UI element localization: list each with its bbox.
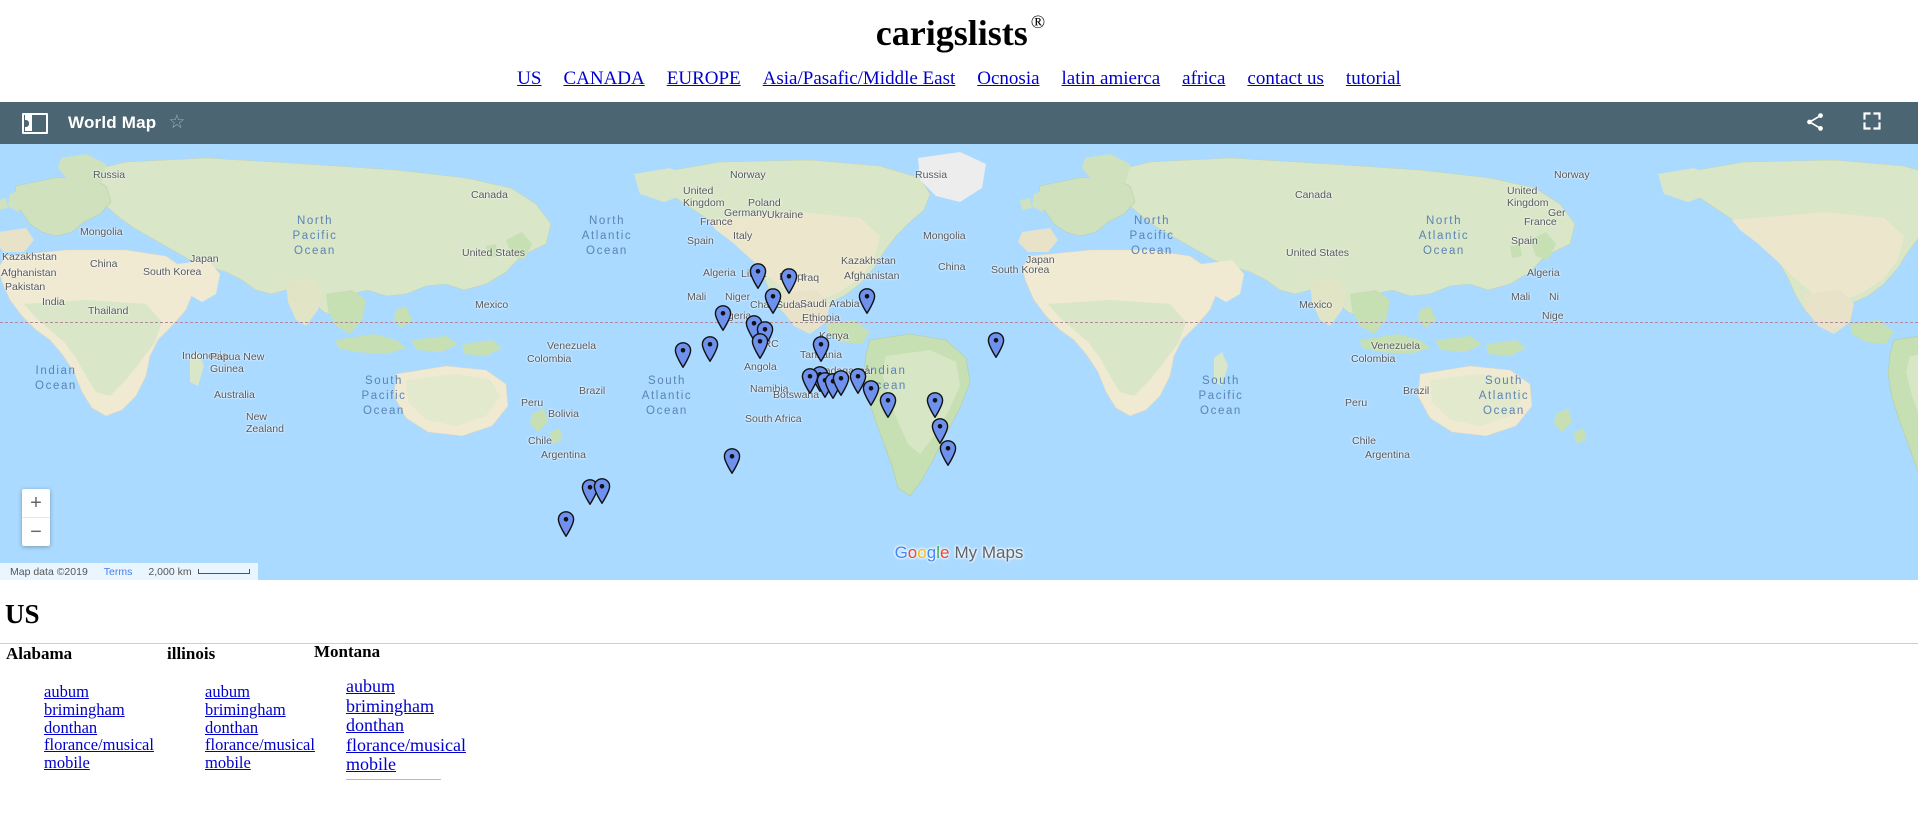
state-name: Montana: [314, 642, 381, 661]
nav-link-us[interactable]: US: [517, 68, 541, 90]
map-header-bar: World Map ☆: [0, 102, 1918, 144]
state-name: illinois: [167, 644, 216, 663]
city-link[interactable]: mobile: [346, 754, 466, 775]
city-link-list: aubum brimingham donthan florance/musical mo…: [6, 683, 154, 772]
city-link[interactable]: brimingham: [346, 696, 466, 717]
city-link[interactable]: donthan: [44, 718, 154, 737]
zoom-in-button[interactable]: +: [22, 489, 50, 517]
zoom-out-button[interactable]: −: [22, 518, 50, 546]
world-map-tile-2: [630, 144, 1654, 580]
fullscreen-icon[interactable]: [1862, 111, 1886, 135]
map-data-text: Map data ©2019: [10, 565, 88, 578]
map-pin[interactable]: [764, 288, 782, 315]
city-link[interactable]: donthan: [346, 715, 466, 736]
map-pin[interactable]: [780, 268, 798, 295]
scale-bar: [197, 569, 250, 574]
region-heading: US: [5, 599, 40, 629]
map-pin[interactable]: [749, 263, 767, 290]
panel-toggle-icon[interactable]: [22, 112, 48, 134]
map-pin[interactable]: [557, 511, 575, 538]
logo-suffix: My Maps: [954, 543, 1024, 562]
nav-link-africa[interactable]: africa: [1182, 68, 1225, 90]
star-icon[interactable]: ☆: [168, 113, 185, 132]
map-pin[interactable]: [862, 380, 880, 407]
logo-letter-e: e: [939, 543, 950, 562]
map-pin[interactable]: [593, 478, 611, 505]
nav-link-asia-pacific-middle-east[interactable]: Asia/Pasafic/Middle East: [763, 68, 956, 90]
map-pin[interactable]: [714, 305, 732, 332]
map-pin[interactable]: [832, 370, 850, 397]
city-link[interactable]: mobile: [44, 754, 154, 772]
map-pin[interactable]: [701, 336, 719, 363]
city-link[interactable]: florance/musical: [44, 736, 154, 754]
page-root: carigslists ® US CANADA EUROPE Asia/Pasafic/…: [0, 0, 1918, 814]
state-column-illinois: illinois aubum brimingham donthan florance/m…: [167, 644, 315, 772]
city-link[interactable]: aubum: [346, 676, 466, 697]
map-widget: World Map ☆ North Pacific Ocean North At…: [0, 102, 1918, 580]
city-link-list: aubum brimingham donthan florance/musical mo…: [167, 683, 315, 772]
map-header-actions: [1804, 111, 1902, 135]
main-navigation: US CANADA EUROPE Asia/Pasafic/Middle East Oc…: [0, 54, 1918, 90]
map-pin[interactable]: [879, 392, 897, 419]
nav-link-tutorial[interactable]: tutorial: [1346, 68, 1401, 90]
city-link[interactable]: florance/musical: [346, 735, 466, 756]
site-title-text: carigslists: [875, 13, 1028, 53]
column-divider: [346, 778, 441, 780]
terms-link[interactable]: Terms: [104, 566, 133, 578]
map-pin[interactable]: [674, 342, 692, 369]
map-pin[interactable]: [723, 448, 741, 475]
world-map-tile-3: [1654, 144, 1918, 580]
page-title: carigslists ®: [0, 0, 1918, 54]
map-pin[interactable]: [812, 336, 830, 363]
city-link[interactable]: donthan: [205, 718, 315, 737]
registered-mark: ®: [1030, 12, 1046, 33]
city-link[interactable]: mobile: [205, 754, 315, 772]
nav-link-contact-us[interactable]: contact us: [1247, 68, 1324, 90]
state-columns: Alabama aubum brimingham donthan florance/mu…: [0, 642, 1918, 794]
city-link[interactable]: brimingham: [44, 700, 154, 719]
region-content: US Alabama aubum brimingham donthan florance…: [0, 599, 1918, 794]
zoom-controls: + −: [22, 489, 50, 546]
map-pin[interactable]: [939, 440, 957, 467]
map-attribution: Map data ©2019 Terms 2,000 km: [0, 563, 258, 580]
map-pin[interactable]: [751, 333, 769, 360]
scale-label: 2,000 km: [148, 565, 192, 578]
nav-link-europe[interactable]: EUROPE: [667, 68, 741, 90]
state-column-alabama: Alabama aubum brimingham donthan florance/mu…: [6, 644, 154, 772]
city-link[interactable]: brimingham: [205, 700, 315, 719]
nav-link-ocnosia[interactable]: Ocnosia: [977, 68, 1039, 90]
map-pin[interactable]: [926, 392, 944, 419]
google-my-maps-logo: Google My Maps: [895, 543, 1024, 563]
logo-letter-o1: o: [907, 543, 918, 562]
city-link[interactable]: aubum: [205, 683, 315, 701]
state-column-montana: Montana aubum brimingham donthan florance/mu…: [314, 642, 466, 780]
map-pin[interactable]: [987, 332, 1005, 359]
nav-link-canada[interactable]: CANADA: [563, 68, 644, 90]
nav-link-latin-america[interactable]: latin amierca: [1062, 68, 1161, 90]
city-link[interactable]: aubum: [44, 683, 154, 701]
logo-letter-g2: g: [926, 543, 937, 562]
logo-letter-g: G: [894, 543, 908, 562]
map-pin[interactable]: [858, 288, 876, 315]
scale-indicator: 2,000 km: [148, 565, 250, 578]
equator-line: [0, 322, 1918, 323]
map-tiles: North Pacific Ocean North Atlantic Ocean India…: [0, 144, 1918, 580]
logo-letter-o2: o: [917, 543, 927, 562]
state-name: Alabama: [6, 644, 73, 663]
share-icon[interactable]: [1804, 111, 1828, 135]
world-map-tile-1: [0, 144, 630, 580]
map-title: World Map: [68, 113, 157, 132]
city-link-list: aubum brimingham donthan florance/musical mo…: [314, 676, 466, 775]
map-canvas[interactable]: North Pacific Ocean North Atlantic Ocean India…: [0, 144, 1918, 580]
city-link[interactable]: florance/musical: [205, 736, 315, 754]
